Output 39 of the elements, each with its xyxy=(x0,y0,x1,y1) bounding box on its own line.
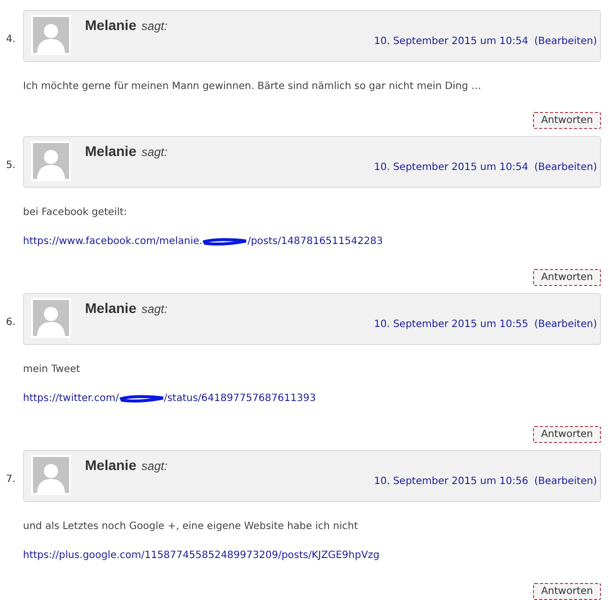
avatar-icon xyxy=(33,300,69,336)
avatar-icon xyxy=(33,457,69,493)
comment-date-link[interactable]: 10. September 2015 um 10:55 xyxy=(374,319,528,330)
says-label: sagt: xyxy=(141,19,168,33)
comment-link[interactable]: https://www.facebook.com/melanie. xyxy=(23,236,202,248)
avatar-icon xyxy=(33,17,69,53)
comment-date-link[interactable]: 10. September 2015 um 10:56 xyxy=(374,476,528,487)
author-name[interactable]: Melanie xyxy=(85,143,136,159)
comment-date-link[interactable]: 10. September 2015 um 10:54 xyxy=(374,36,528,47)
comment-link[interactable]: https://twitter.com/ xyxy=(23,393,119,404)
comment-number: 6. xyxy=(6,316,17,330)
reply-button[interactable]: Antworten xyxy=(533,582,601,600)
edit-link[interactable]: (Bearbeiten) xyxy=(534,36,597,47)
comment-link[interactable]: /status/641897757687611393 xyxy=(164,393,316,404)
reply-button[interactable]: Antworten xyxy=(533,426,601,443)
author-name[interactable]: Melanie xyxy=(85,300,136,316)
says-label: sagt: xyxy=(141,145,168,159)
comment-text: bei Facebook geteilt: xyxy=(23,207,128,218)
says-label: sagt: xyxy=(141,459,168,473)
redaction-scribble xyxy=(202,238,248,246)
comment-number: 7. xyxy=(6,473,17,487)
edit-link[interactable]: (Bearbeiten) xyxy=(534,162,597,173)
edit-link[interactable]: (Bearbeiten) xyxy=(534,476,597,487)
comment-link[interactable]: https://plus.google.com/115877455852489973209/posts/KJZGE9hpVzg xyxy=(23,550,380,562)
comment-link[interactable]: /posts/1487816511542283 xyxy=(247,236,383,248)
comment-text: und als Letztes noch Google +, eine eigene Website habe ich nicht xyxy=(23,521,359,532)
reply-button[interactable]: Antworten xyxy=(533,112,601,130)
redaction-scribble xyxy=(118,394,164,403)
comment-number: 5. xyxy=(6,159,17,173)
author-name[interactable]: Melanie xyxy=(85,457,136,473)
avatar-icon xyxy=(33,143,69,179)
says-label: sagt: xyxy=(141,302,168,316)
comment-date-link[interactable]: 10. September 2015 um 10:54 xyxy=(374,162,528,173)
edit-link[interactable]: (Bearbeiten) xyxy=(534,319,597,330)
comment-text: mein Tweet xyxy=(23,364,82,376)
comment-number: 4. xyxy=(6,33,17,47)
comment-text: Ich möchte gerne für meinen Mann gewinnen. Bärte sind nämlich so gar nicht mein Ding … xyxy=(23,80,482,92)
author-name[interactable]: Melanie xyxy=(85,17,136,33)
reply-button[interactable]: Antworten xyxy=(533,268,601,286)
